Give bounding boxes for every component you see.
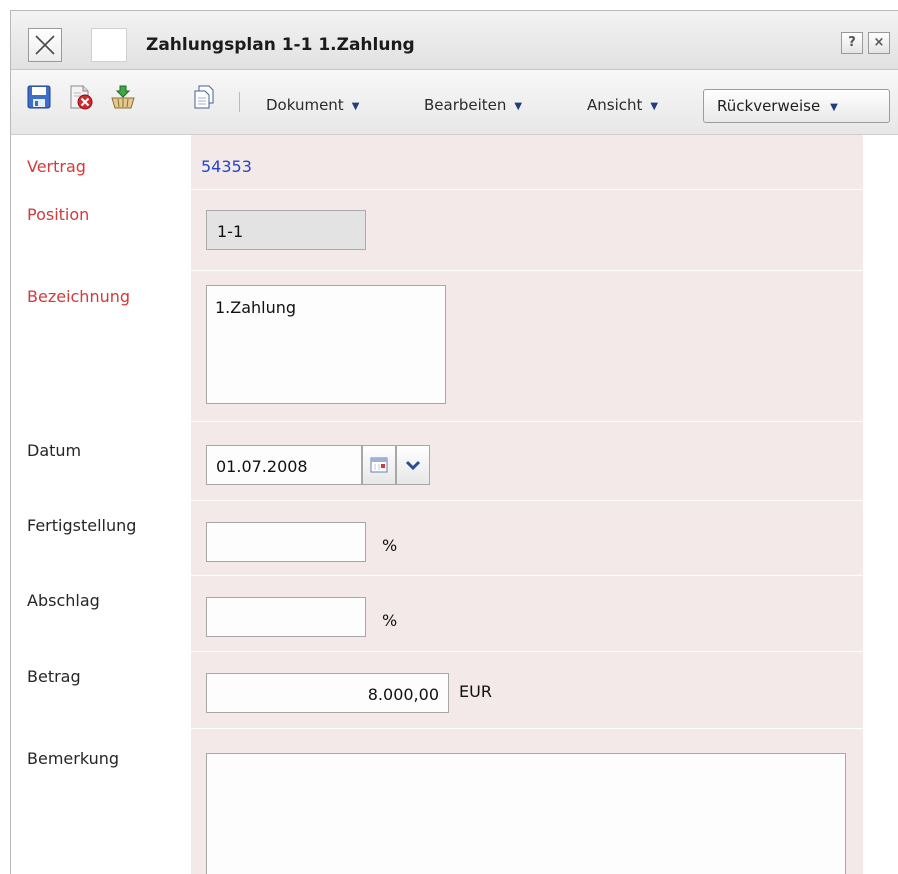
close-button[interactable]: × — [868, 32, 890, 54]
help-button[interactable]: ? — [841, 32, 863, 54]
row-position: Position 1-1 — [11, 190, 863, 270]
title-bar: Zahlungsplan 1-1 1.Zahlung ? × — [11, 11, 898, 70]
window-title: Zahlungsplan 1-1 1.Zahlung — [146, 35, 415, 55]
menu-rueckverweise-label: Rückverweise — [717, 97, 821, 115]
abschlag-unit: % — [382, 611, 398, 630]
delete-document-icon[interactable] — [68, 84, 93, 110]
close-icon — [35, 35, 55, 55]
label-bezeichnung: Bezeichnung — [27, 287, 131, 306]
row-bemerkung: Bemerkung — [11, 729, 863, 874]
label-abschlag: Abschlag — [27, 591, 100, 610]
save-icon[interactable] — [27, 84, 51, 110]
right-margin — [863, 135, 898, 874]
row-datum: Datum 01.07.2008 — [11, 422, 863, 500]
bemerkung-textarea[interactable] — [206, 753, 846, 874]
label-datum: Datum — [27, 441, 82, 460]
menu-bearbeiten-label: Bearbeiten — [424, 96, 507, 114]
menu-ansicht[interactable]: Ansicht ▼ — [587, 96, 658, 114]
chevron-down-icon: ▼ — [650, 101, 659, 112]
label-fertigstellung: Fertigstellung — [27, 516, 137, 535]
fertigstellung-input[interactable] — [206, 522, 366, 562]
label-bemerkung: Bemerkung — [27, 749, 120, 768]
chevron-down-icon: ▼ — [830, 102, 838, 113]
row-fertigstellung: Fertigstellung % — [11, 501, 863, 575]
payment-form: Vertrag 54353 Position 1-1 Bezeichnung 1… — [11, 135, 898, 874]
row-vertrag: Vertrag 54353 — [11, 135, 863, 189]
fertigstellung-unit: % — [382, 536, 398, 555]
menu-dokument-label: Dokument — [266, 96, 344, 114]
row-abschlag: Abschlag % — [11, 576, 863, 651]
abschlag-input[interactable] — [206, 597, 366, 637]
position-field: 1-1 — [206, 210, 366, 250]
basket-icon[interactable] — [110, 84, 135, 110]
date-dropdown-button[interactable] — [396, 445, 430, 485]
calendar-button[interactable] — [362, 445, 396, 485]
menu-rueckverweise[interactable]: Rückverweise ▼ — [703, 89, 890, 123]
vertrag-link[interactable]: 54353 — [201, 157, 252, 176]
close-window-button[interactable] — [28, 28, 62, 62]
menu-bearbeiten[interactable]: Bearbeiten ▼ — [424, 96, 522, 114]
label-betrag: Betrag — [27, 667, 81, 686]
copy-icon[interactable] — [191, 84, 215, 110]
menu-dokument[interactable]: Dokument ▼ — [266, 96, 359, 114]
chevron-down-icon — [405, 460, 421, 471]
dialog-window: Zahlungsplan 1-1 1.Zahlung ? × Dokument … — [10, 10, 898, 874]
datum-input[interactable]: 01.07.2008 — [206, 445, 362, 485]
blank-box — [91, 28, 127, 62]
betrag-input[interactable]: 8.000,00 — [206, 673, 449, 713]
betrag-unit: EUR — [459, 682, 492, 701]
label-vertrag: Vertrag — [27, 157, 86, 176]
row-bezeichnung: Bezeichnung 1.Zahlung — [11, 271, 863, 421]
calendar-icon — [370, 457, 388, 473]
label-position: Position — [27, 205, 90, 224]
menu-ansicht-label: Ansicht — [587, 96, 643, 114]
toolbar: Dokument ▼ Bearbeiten ▼ Ansicht ▼ Rückverwe… — [11, 70, 898, 135]
bezeichnung-textarea[interactable]: 1.Zahlung — [206, 285, 446, 404]
row-betrag: Betrag 8.000,00 EUR — [11, 652, 863, 728]
toolbar-separator — [239, 92, 240, 112]
chevron-down-icon: ▼ — [351, 101, 360, 112]
chevron-down-icon: ▼ — [514, 101, 523, 112]
